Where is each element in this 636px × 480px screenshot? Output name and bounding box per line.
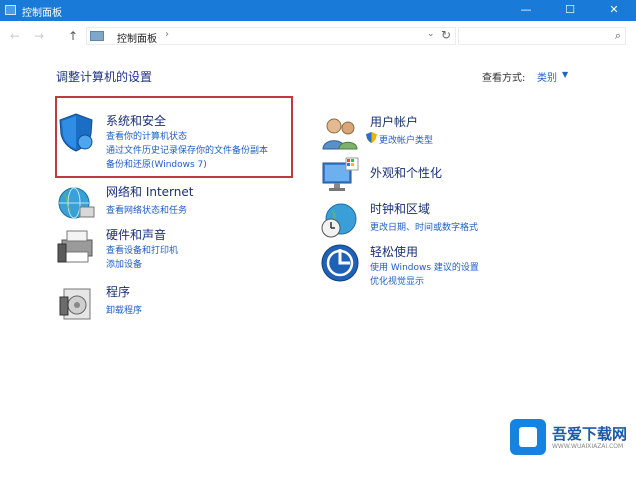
chevron-down-icon[interactable]: ▼ bbox=[562, 70, 568, 79]
address-bar-row: ← → ↑ 控制面板 › ⌄ ↻ ⌕ bbox=[0, 21, 636, 51]
refresh-icon[interactable]: ↻ bbox=[441, 28, 451, 42]
category-programs: 程序 卸载程序 bbox=[56, 283, 296, 323]
category-title[interactable]: 轻松使用 bbox=[370, 243, 418, 260]
category-title[interactable]: 系统和安全 bbox=[106, 112, 166, 129]
search-icon[interactable]: ⌕ bbox=[615, 29, 621, 43]
category-system-security: 系统和安全 查看你的计算机状态 通过文件历史记录保存你的文件备份副本 备份和还原… bbox=[56, 112, 296, 176]
search-input[interactable]: ⌕ bbox=[458, 27, 626, 45]
category-title[interactable]: 程序 bbox=[106, 283, 130, 300]
link-add-device[interactable]: 添加设备 bbox=[106, 257, 142, 270]
window-title: 控制面板 bbox=[22, 8, 62, 19]
up-button[interactable]: ↑ bbox=[68, 29, 78, 43]
uac-shield-icon bbox=[366, 132, 377, 143]
link-uninstall-program[interactable]: 卸载程序 bbox=[106, 303, 142, 316]
page-title: 调整计算机的设置 bbox=[56, 70, 153, 84]
clock-globe-icon bbox=[321, 203, 357, 238]
users-icon bbox=[322, 118, 358, 150]
link-view-network-status[interactable]: 查看网络状态和任务 bbox=[106, 203, 187, 216]
network-globe-icon bbox=[58, 187, 95, 219]
category-ease-of-access: 轻松使用 使用 Windows 建议的设置 优化视觉显示 bbox=[320, 243, 560, 289]
category-title[interactable]: 外观和个性化 bbox=[370, 164, 442, 181]
category-title[interactable]: 网络和 Internet bbox=[106, 183, 193, 200]
watermark-brand: 吾爱下载网 bbox=[552, 425, 628, 443]
monitor-icon bbox=[322, 157, 359, 191]
view-by-dropdown[interactable]: 类别 bbox=[537, 69, 557, 84]
link-backup-restore[interactable]: 备份和还原(Windows 7) bbox=[106, 157, 207, 170]
printer-icon bbox=[57, 230, 93, 263]
title-bar: 控制面板 — ☐ ✕ bbox=[0, 0, 636, 21]
link-use-recommended-settings[interactable]: 使用 Windows 建议的设置 bbox=[370, 260, 479, 273]
link-change-account-type[interactable]: 更改帐户类型 bbox=[379, 133, 433, 146]
back-button[interactable]: ← bbox=[10, 29, 20, 43]
address-dropdown-icon[interactable]: ⌄ bbox=[427, 29, 435, 39]
site-logo-icon bbox=[510, 419, 546, 455]
watermark-url: WWW.WUAIXIAZAI.COM bbox=[552, 443, 624, 450]
program-disk-icon bbox=[59, 288, 91, 320]
category-title[interactable]: 硬件和声音 bbox=[106, 226, 166, 243]
control-panel-icon bbox=[5, 5, 16, 15]
site-watermark: 吾爱下载网 WWW.WUAIXIAZAI.COM bbox=[508, 417, 628, 457]
view-by-label: 查看方式: bbox=[482, 73, 526, 84]
link-optimize-visual-display[interactable]: 优化视觉显示 bbox=[370, 274, 424, 287]
link-view-computer-status[interactable]: 查看你的计算机状态 bbox=[106, 129, 187, 142]
link-view-devices-printers[interactable]: 查看设备和打印机 bbox=[106, 243, 178, 256]
breadcrumb-chevron-icon[interactable]: › bbox=[165, 29, 169, 40]
category-appearance: 外观和个性化 bbox=[320, 156, 560, 196]
category-title[interactable]: 用户帐户 bbox=[370, 113, 418, 130]
breadcrumb-control-panel[interactable]: 控制面板 bbox=[117, 30, 157, 45]
control-panel-crumb-icon bbox=[90, 31, 104, 41]
category-clock-region: 时钟和区域 更改日期、时间或数字格式 bbox=[320, 200, 560, 240]
forward-button[interactable]: → bbox=[34, 29, 44, 43]
close-button[interactable]: ✕ bbox=[592, 0, 636, 21]
link-change-date-time-format[interactable]: 更改日期、时间或数字格式 bbox=[370, 220, 478, 233]
category-network-internet: 网络和 Internet 查看网络状态和任务 bbox=[56, 183, 296, 223]
minimize-button[interactable]: — bbox=[504, 0, 548, 21]
address-bar[interactable]: 控制面板 › ⌄ ↻ bbox=[86, 27, 456, 45]
maximize-button[interactable]: ☐ bbox=[548, 0, 592, 21]
category-user-accounts: 用户帐户 更改帐户类型 bbox=[320, 113, 560, 153]
link-file-history-backup[interactable]: 通过文件历史记录保存你的文件备份副本 bbox=[106, 143, 268, 156]
category-hardware-sound: 硬件和声音 查看设备和打印机 添加设备 bbox=[56, 226, 296, 272]
ease-of-access-icon bbox=[321, 244, 359, 282]
shield-icon bbox=[59, 113, 93, 152]
category-title[interactable]: 时钟和区域 bbox=[370, 200, 430, 217]
